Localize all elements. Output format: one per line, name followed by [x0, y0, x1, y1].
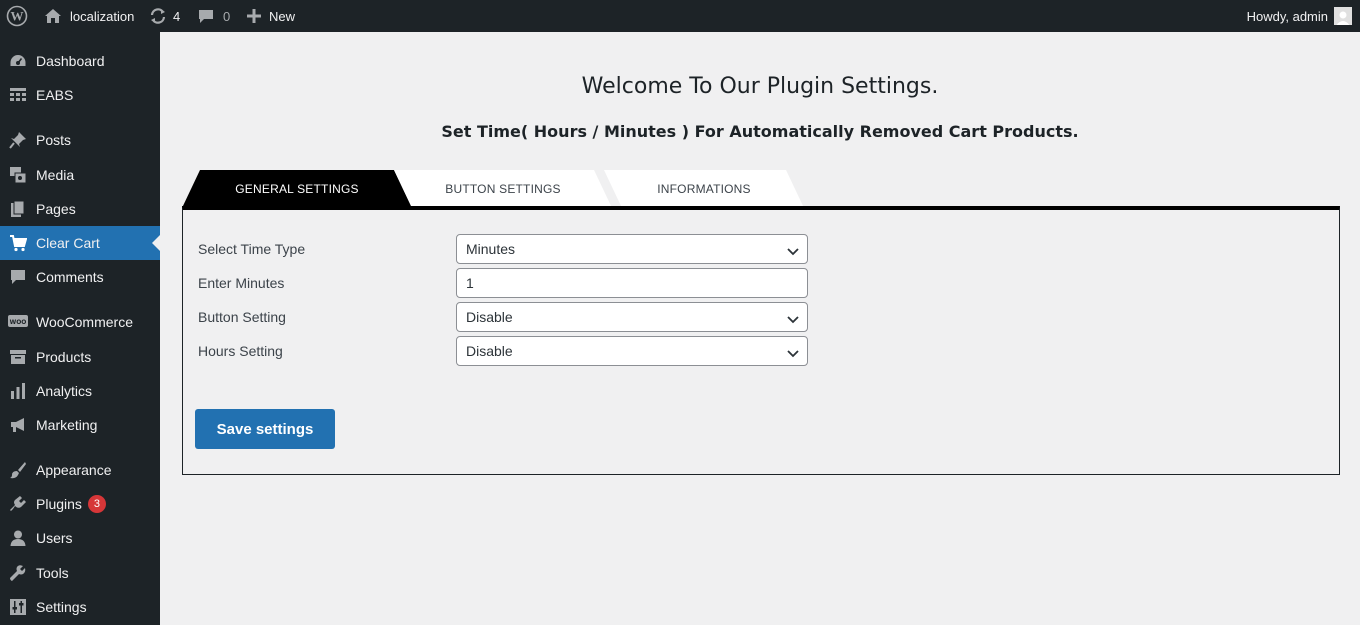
pages-icon — [8, 199, 28, 219]
archive-icon — [8, 347, 28, 367]
updates-link[interactable]: 4 — [149, 0, 180, 32]
sidebar-item-label: Pages — [36, 201, 76, 217]
sidebar-item-label: Settings — [36, 599, 87, 615]
sidebar-item-label: Tools — [36, 565, 69, 581]
my-account-link[interactable]: Howdy, admin — [1247, 0, 1352, 32]
new-content-link[interactable]: New — [247, 0, 295, 32]
minutes-label: Enter Minutes — [198, 275, 285, 291]
sidebar-item-comments[interactable]: Comments — [0, 260, 160, 294]
time-type-value: Minutes — [466, 241, 516, 257]
media-icon — [8, 165, 28, 185]
hours-setting-select[interactable]: Disable — [456, 336, 808, 366]
comments-count: 0 — [223, 8, 231, 24]
time-type-label: Select Time Type — [198, 241, 306, 257]
comments-link[interactable]: 0 — [197, 0, 230, 32]
sidebar-item-label: Users — [36, 530, 73, 546]
sidebar-item-woocommerce[interactable]: WOO WooCommerce — [0, 305, 160, 339]
sidebar-item-label: Comments — [36, 269, 104, 285]
sidebar-item-label: Products — [36, 349, 92, 365]
sidebar-item-pages[interactable]: Pages — [0, 192, 160, 226]
wordpress-logo-icon: W — [6, 5, 28, 27]
plus-icon — [247, 9, 261, 23]
sidebar-item-label: EABS — [36, 87, 74, 103]
woo-icon: WOO — [8, 312, 28, 332]
sidebar-item-label: Posts — [36, 132, 72, 148]
sidebar-item-label: Plugins — [36, 496, 82, 512]
sidebar-item-label: Analytics — [36, 383, 93, 399]
sidebar-item-label: Marketing — [36, 417, 98, 433]
time-type-select[interactable]: Minutes — [456, 234, 808, 264]
tab-informations[interactable]: INFORMATIONS — [604, 170, 804, 208]
bar-chart-icon — [8, 381, 28, 401]
updates-count: 4 — [173, 8, 181, 24]
sidebar-item-appearance[interactable]: Appearance — [0, 453, 160, 487]
minutes-input[interactable]: 1 — [456, 268, 808, 298]
home-icon — [44, 8, 62, 24]
new-label: New — [269, 8, 296, 24]
minutes-value: 1 — [466, 275, 474, 291]
comment-icon — [8, 267, 28, 287]
sidebar-item-posts[interactable]: Posts — [0, 123, 160, 157]
megaphone-icon — [8, 415, 28, 435]
sidebar-item-marketing[interactable]: Marketing — [0, 408, 160, 442]
sidebar-item-label: Media — [36, 167, 75, 183]
sidebar-item-dashboard[interactable]: Dashboard — [0, 44, 160, 78]
greeting-label: Howdy, admin — [1246, 8, 1328, 24]
sidebar-item-users[interactable]: Users — [0, 521, 160, 555]
admin-sidebar: Dashboard EABS Posts Media Pages Clear C… — [0, 32, 160, 625]
wordpress-logo-button[interactable]: W — [6, 0, 28, 32]
sidebar-item-label: Dashboard — [36, 53, 105, 69]
chevron-down-icon — [787, 244, 799, 260]
svg-text:WOO: WOO — [10, 319, 27, 326]
wrench-icon — [8, 563, 28, 583]
svg-text:W: W — [11, 9, 24, 24]
sidebar-item-tools[interactable]: Tools — [0, 556, 160, 590]
tab-general-settings[interactable]: GENERAL SETTINGS — [182, 170, 412, 208]
save-settings-button[interactable]: Save settings — [195, 409, 335, 449]
main-content: Welcome To Our Plugin Settings. Set Time… — [160, 32, 1360, 625]
brush-icon — [8, 460, 28, 480]
sidebar-item-analytics[interactable]: Analytics — [0, 374, 160, 408]
dashboard-icon — [8, 51, 28, 71]
sidebar-item-label: WooCommerce — [36, 314, 133, 330]
avatar — [1334, 7, 1352, 25]
site-name-link[interactable]: localization — [44, 0, 134, 32]
sidebar-item-plugins[interactable]: Plugins 3 — [0, 487, 160, 521]
chevron-down-icon — [787, 312, 799, 328]
sidebar-item-clear-cart[interactable]: Clear Cart — [0, 226, 160, 260]
sliders-icon — [8, 597, 28, 617]
grid-icon — [8, 85, 28, 105]
plugins-update-badge: 3 — [87, 495, 106, 513]
hours-setting-label: Hours Setting — [198, 343, 283, 359]
sidebar-item-label: Appearance — [36, 462, 112, 478]
page-title: Welcome To Our Plugin Settings. — [581, 74, 939, 99]
chevron-down-icon — [787, 346, 799, 362]
refresh-icon — [149, 7, 167, 25]
sidebar-item-eabs[interactable]: EABS — [0, 78, 160, 112]
button-setting-value: Disable — [466, 309, 513, 325]
comment-bubble-icon — [197, 8, 215, 24]
tab-button-settings[interactable]: BUTTON SETTINGS — [394, 170, 612, 208]
page-subtitle: Set Time( Hours / Minutes ) For Automati… — [441, 122, 1079, 141]
plugin-icon — [8, 494, 28, 514]
sidebar-item-settings[interactable]: Settings — [0, 590, 160, 624]
site-name-label: localization — [70, 8, 135, 24]
sidebar-item-products[interactable]: Products — [0, 340, 160, 374]
button-setting-label: Button Setting — [198, 309, 286, 325]
sidebar-item-media[interactable]: Media — [0, 158, 160, 192]
user-icon — [8, 528, 28, 548]
sidebar-item-label: Clear Cart — [36, 235, 100, 251]
hours-setting-value: Disable — [466, 343, 513, 359]
button-setting-select[interactable]: Disable — [456, 302, 808, 332]
admin-bar: W localization 4 0 New Howdy, admin — [0, 0, 1360, 32]
cart-icon — [8, 233, 28, 253]
pin-icon — [8, 130, 28, 150]
general-settings-panel: Select Time Type Minutes Enter Minutes 1… — [182, 206, 1340, 475]
